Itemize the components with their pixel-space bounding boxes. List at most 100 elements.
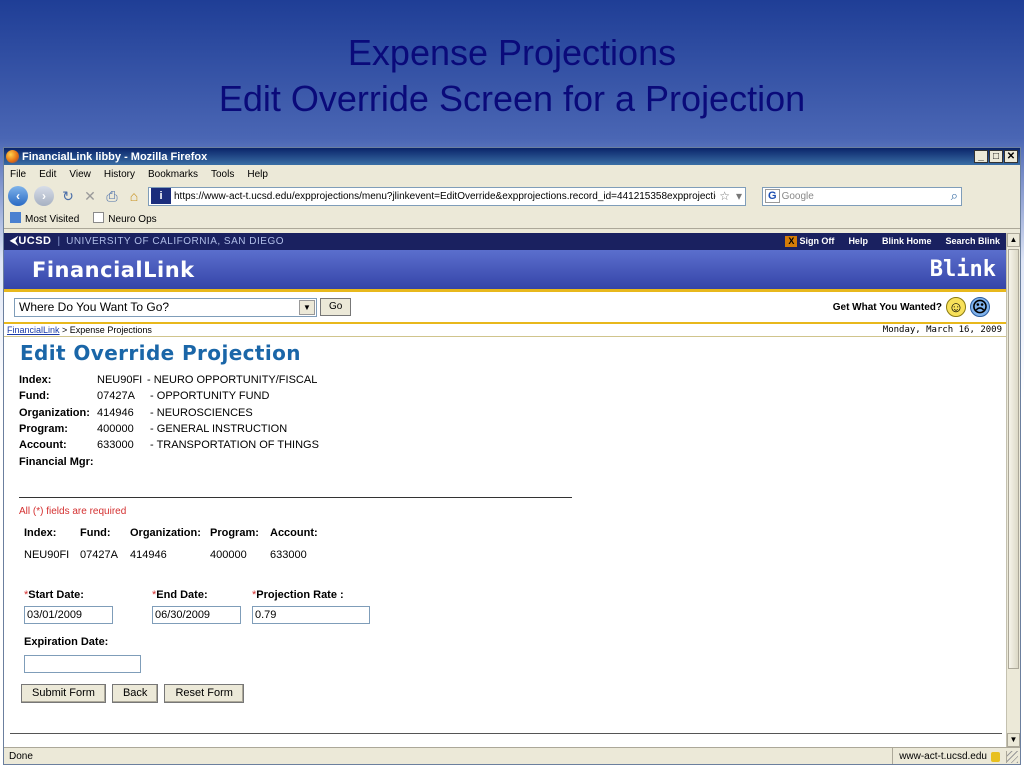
feedback-label: Get What You Wanted? bbox=[832, 301, 942, 313]
page-viewport: ⮜UCSD | UNIVERSITY OF CALIFORNIA, SAN DI… bbox=[4, 233, 1008, 747]
search-box[interactable]: G Google ⌕ bbox=[762, 186, 962, 206]
search-blink-link[interactable]: Search Blink bbox=[945, 236, 1000, 247]
end-date-field[interactable] bbox=[152, 606, 241, 624]
info-row-financial-mgr: Financial Mgr: bbox=[19, 453, 1008, 469]
home-icon[interactable]: ⌂ bbox=[126, 188, 142, 204]
bookmark-star-icon[interactable]: ☆ bbox=[719, 189, 730, 203]
start-date-label: *Start Date: bbox=[24, 589, 152, 601]
firefox-icon bbox=[6, 150, 19, 163]
most-visited-icon bbox=[10, 212, 21, 223]
forward-arrow-icon[interactable]: › bbox=[34, 186, 54, 206]
blink-logo[interactable]: Blink bbox=[930, 257, 996, 282]
menu-bookmarks[interactable]: Bookmarks bbox=[148, 169, 198, 180]
date-labels-row: *Start Date: *End Date: *Projection Rate… bbox=[24, 589, 344, 601]
slide-title-line2: Edit Override Screen for a Projection bbox=[218, 78, 806, 119]
info-desc: - GENERAL INSTRUCTION bbox=[147, 423, 288, 436]
summary-value: 400000 bbox=[210, 549, 247, 561]
print-icon[interactable]: ⎙ bbox=[104, 188, 120, 205]
info-desc: - TRANSPORTATION OF THINGS bbox=[147, 439, 319, 452]
go-button[interactable]: Go bbox=[320, 298, 352, 316]
breadcrumb: FinancialLink > Expense Projections Mond… bbox=[4, 324, 1008, 337]
info-label: Program: bbox=[19, 423, 68, 436]
menu-help[interactable]: Help bbox=[247, 169, 268, 180]
url-text[interactable]: https://www-act-t.ucsd.edu/expprojection… bbox=[174, 191, 716, 202]
scrollbar-thumb[interactable] bbox=[1008, 249, 1019, 669]
where-select[interactable]: Where Do You Want To Go? ▼ bbox=[14, 297, 317, 317]
window-title: FinancialLink libby - Mozilla Firefox bbox=[22, 150, 208, 163]
projection-rate-label-text: Projection Rate : bbox=[256, 589, 344, 601]
page-icon bbox=[93, 212, 105, 223]
sad-face-icon[interactable]: ☹ bbox=[970, 297, 990, 317]
scroll-up-arrow-icon[interactable]: ▲ bbox=[1007, 233, 1020, 247]
footer-divider bbox=[10, 733, 1002, 734]
menu-tools[interactable]: Tools bbox=[211, 169, 234, 180]
stop-icon[interactable]: ✕ bbox=[82, 188, 98, 205]
breadcrumb-current: > Expense Projections bbox=[59, 325, 152, 335]
minimize-button[interactable]: _ bbox=[974, 150, 988, 163]
info-desc: - OPPORTUNITY FUND bbox=[147, 390, 270, 403]
resize-grip-icon[interactable] bbox=[1006, 750, 1018, 763]
close-button[interactable]: ✕ bbox=[1004, 150, 1018, 163]
bookmark-most-visited[interactable]: Most Visited bbox=[10, 212, 79, 225]
summary-value: 633000 bbox=[270, 549, 307, 561]
breadcrumb-link-financiallink[interactable]: FinancialLink bbox=[7, 325, 60, 335]
menu-bar: File Edit View History Bookmarks Tools H… bbox=[4, 165, 1020, 183]
url-bar[interactable]: i https://www-act-t.ucsd.edu/expprojecti… bbox=[148, 186, 746, 206]
summary-value-row: NEU90FI 07427A 414946 400000 633000 bbox=[24, 549, 330, 561]
maximize-button[interactable]: □ bbox=[989, 150, 1003, 163]
submit-form-button[interactable]: Submit Form bbox=[21, 684, 106, 703]
summary-value: 414946 bbox=[130, 549, 167, 561]
ucsd-logo[interactable]: ⮜UCSD bbox=[10, 235, 51, 248]
summary-value: 07427A bbox=[80, 549, 118, 561]
info-code: 07427A bbox=[97, 390, 135, 403]
blink-home-link[interactable]: Blink Home bbox=[882, 236, 932, 247]
menu-history[interactable]: History bbox=[104, 169, 135, 180]
start-date-label-text: Start Date: bbox=[28, 589, 84, 601]
sign-off-label: Sign Off bbox=[799, 236, 835, 246]
back-arrow-icon[interactable]: ‹ bbox=[8, 186, 28, 206]
help-link[interactable]: Help bbox=[848, 236, 868, 247]
date-inputs-row bbox=[24, 606, 370, 624]
info-code: 633000 bbox=[97, 439, 134, 452]
summary-header: Fund: bbox=[80, 527, 111, 539]
reload-icon[interactable]: ↻ bbox=[60, 188, 76, 205]
navigation-toolbar: ‹ › ↻ ✕ ⎙ ⌂ i https://www-act-t.ucsd.edu… bbox=[4, 183, 1020, 209]
current-date: Monday, March 16, 2009 bbox=[882, 325, 1002, 335]
summary-header: Organization: bbox=[130, 527, 201, 539]
scroll-down-arrow-icon[interactable]: ▼ bbox=[1007, 733, 1020, 747]
summary-header: Program: bbox=[210, 527, 259, 539]
bookmark-label: Neuro Ops bbox=[108, 214, 157, 225]
lock-icon[interactable] bbox=[991, 751, 1000, 762]
expiration-date-label: Expiration Date: bbox=[24, 636, 109, 648]
menu-file[interactable]: File bbox=[10, 169, 26, 180]
expiration-date-field[interactable] bbox=[24, 655, 141, 673]
vertical-scrollbar[interactable]: ▲ ▼ bbox=[1006, 233, 1020, 747]
menu-edit[interactable]: Edit bbox=[39, 169, 56, 180]
info-row-organization: Organization: 414946 - NEUROSCIENCES bbox=[19, 405, 1008, 421]
search-icon[interactable]: ⌕ bbox=[951, 188, 958, 204]
slide-title-line1: Expense Projections bbox=[347, 32, 677, 73]
summary-header: Account: bbox=[270, 527, 318, 539]
status-text: Done bbox=[9, 751, 33, 762]
where-select-value[interactable]: Where Do You Want To Go? bbox=[19, 300, 299, 314]
info-code: NEU90FI bbox=[97, 374, 143, 387]
app-title: FinancialLink bbox=[32, 257, 195, 282]
reset-form-button[interactable]: Reset Form bbox=[164, 684, 244, 703]
smiley-face-icon[interactable]: ☺ bbox=[946, 297, 966, 317]
dropdown-arrow-icon[interactable]: ▼ bbox=[299, 299, 315, 315]
info-label: Financial Mgr: bbox=[19, 455, 94, 468]
ucsd-logo-text: UCSD bbox=[18, 235, 52, 247]
projection-rate-field[interactable] bbox=[252, 606, 370, 624]
back-button[interactable]: Back bbox=[111, 684, 159, 703]
info-label: Account: bbox=[19, 439, 67, 452]
status-host: www-act-t.ucsd.edu bbox=[892, 747, 1006, 764]
site-identity-icon[interactable]: i bbox=[151, 188, 171, 204]
google-engine-icon[interactable]: G bbox=[765, 189, 780, 203]
sign-off-link[interactable]: X Sign Off bbox=[785, 236, 834, 247]
start-date-field[interactable] bbox=[24, 606, 113, 624]
menu-view[interactable]: View bbox=[69, 169, 91, 180]
bookmark-neuro-ops[interactable]: Neuro Ops bbox=[93, 212, 157, 225]
sign-off-icon: X bbox=[785, 236, 798, 247]
search-placeholder[interactable]: Google bbox=[782, 191, 951, 202]
url-dropdown-icon[interactable]: ▾ bbox=[736, 189, 742, 203]
